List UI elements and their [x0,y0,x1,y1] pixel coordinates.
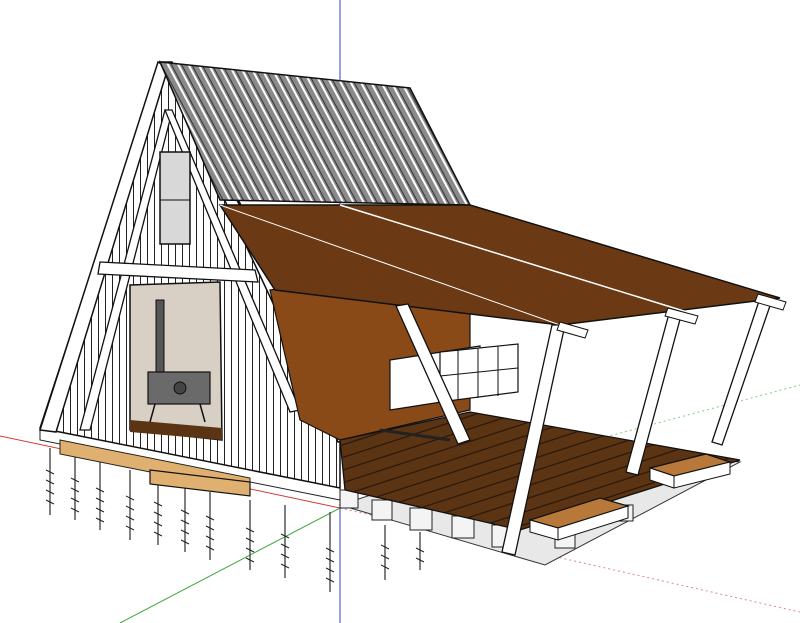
porch-post-3 [711,297,773,446]
green-axis [119,507,341,623]
door-opening[interactable] [129,281,223,441]
loft-window [159,151,191,245]
3d-viewport[interactable] [0,0,800,623]
model-canvas[interactable] [0,0,800,623]
